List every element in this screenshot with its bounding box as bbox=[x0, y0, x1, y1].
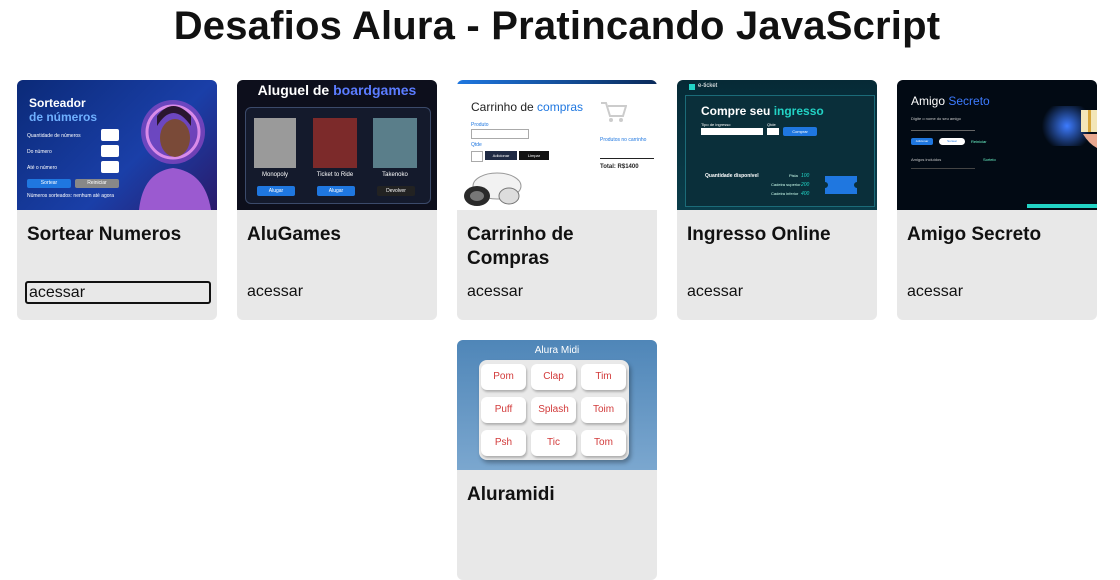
thumb-button: Reiniciar bbox=[971, 139, 987, 144]
card-title: Sortear Numeros bbox=[27, 224, 182, 245]
thumb-heading-accent: de números bbox=[29, 110, 98, 124]
thumb-field-label: Tipo de ingresso bbox=[701, 122, 731, 127]
midi-key: Puff bbox=[481, 397, 526, 423]
midi-key: Pom bbox=[481, 364, 526, 390]
brand-logo-icon bbox=[689, 84, 695, 90]
card-thumbnail: Sorteador de números Quantidade de númer… bbox=[17, 80, 217, 210]
thumb-field-label: Até o número bbox=[27, 165, 58, 171]
card-ingresso-online: e-ticket Compre seu ingresso Tipo de ing… bbox=[677, 80, 877, 320]
thumb-brand: e-ticket bbox=[698, 83, 718, 89]
thumb-heading: Alura Midi bbox=[534, 345, 580, 356]
card-title: Aluramidi bbox=[467, 484, 555, 505]
access-link[interactable]: acessar bbox=[25, 281, 211, 304]
page-title: Desafios Alura - Pratincando JavaScript bbox=[173, 4, 941, 48]
midi-key: Clap bbox=[531, 364, 576, 390]
card-carrinho-de-compras: Carrinho de compras Produto Qtde Adicion… bbox=[457, 80, 657, 320]
thumb-input bbox=[911, 123, 975, 131]
thumb-heading: Carrinho de compras bbox=[471, 100, 584, 114]
thumb-field-label: Quantidade de números bbox=[27, 133, 81, 139]
card-alugames: Aluguel de boardgames Monopoly Ticket to… bbox=[237, 80, 437, 320]
access-link[interactable]: acessar bbox=[245, 281, 427, 302]
cart-icon bbox=[601, 102, 627, 122]
midi-key: Tim bbox=[581, 364, 626, 390]
thumb-input bbox=[101, 161, 119, 173]
thumb-button: Sortear bbox=[939, 138, 965, 145]
card-title: Ingresso Online bbox=[687, 224, 831, 245]
thumb-row-label: Pista bbox=[789, 173, 798, 178]
thumb-footer-text: Números sorteados: nenhum até agora bbox=[27, 193, 114, 199]
midi-key: Tom bbox=[581, 430, 626, 456]
bottom-accent-bar bbox=[1027, 204, 1097, 208]
thumb-field-label: Qtde bbox=[471, 142, 482, 148]
thumb-field-label: Amigos incluídos bbox=[911, 157, 942, 162]
thumb-input bbox=[101, 129, 119, 141]
thumb-button: Sortear bbox=[27, 179, 71, 188]
game-name: Monopoly bbox=[261, 172, 288, 178]
game-cover bbox=[313, 118, 357, 168]
gift-illustration bbox=[1081, 110, 1097, 148]
thumb-input bbox=[101, 145, 119, 157]
thumb-button: Adicionar bbox=[485, 151, 517, 160]
thumb-select bbox=[471, 129, 529, 139]
thumb-heading: Sorteador bbox=[29, 96, 86, 110]
divider bbox=[600, 158, 654, 159]
thumb-button: Comprar bbox=[783, 127, 817, 136]
game-name: Takenoko bbox=[382, 172, 408, 178]
thumb-cart-label: Produtos no carrinho bbox=[600, 137, 647, 143]
thumb-field-label: Produto bbox=[471, 122, 489, 128]
thumb-button: Adicionar bbox=[911, 138, 933, 145]
midi-key: Splash bbox=[531, 397, 576, 423]
thumb-input bbox=[471, 151, 483, 162]
access-link[interactable]: acessar bbox=[465, 281, 647, 302]
card-thumbnail: Carrinho de compras Produto Qtde Adicion… bbox=[457, 80, 657, 210]
card-sortear-numeros: Sorteador de números Quantidade de númer… bbox=[17, 80, 217, 320]
thumb-top-bar bbox=[457, 80, 657, 84]
thumb-select bbox=[701, 128, 763, 135]
divider bbox=[911, 168, 975, 169]
thumb-row-value: 400 bbox=[801, 191, 810, 197]
thumb-row-value: 100 bbox=[801, 173, 810, 179]
thumb-button: Devolver bbox=[377, 186, 415, 196]
game-cover bbox=[254, 118, 296, 168]
card-thumbnail: e-ticket Compre seu ingresso Tipo de ing… bbox=[677, 80, 877, 210]
thumb-input bbox=[767, 128, 779, 135]
thumb-section-label: Quantidade disponível bbox=[705, 173, 759, 179]
card-amigo-secreto: Amigo Secreto Digite o nome do seu amigo… bbox=[897, 80, 1097, 320]
thumb-button: Alugar bbox=[317, 186, 355, 196]
midi-key: Psh bbox=[481, 430, 526, 456]
card-aluramidi: Alura Midi Pom Clap Tim Puff Splash Toim… bbox=[457, 340, 657, 580]
thumb-button: Alugar bbox=[257, 186, 295, 196]
card-thumbnail: Amigo Secreto Digite o nome do seu amigo… bbox=[897, 80, 1097, 210]
thumb-row-label: Cadeira inferior bbox=[771, 191, 799, 196]
card-title: Amigo Secreto bbox=[907, 224, 1042, 245]
vr-headset-illustration bbox=[464, 172, 522, 206]
card-title: Carrinho de Compras bbox=[467, 224, 574, 269]
thumb-heading: Amigo Secreto bbox=[911, 94, 990, 108]
card-thumbnail: Alura Midi Pom Clap Tim Puff Splash Toim… bbox=[457, 340, 657, 470]
card-thumbnail: Aluguel de boardgames Monopoly Ticket to… bbox=[237, 80, 437, 210]
midi-keypad: Pom Clap Tim Puff Splash Toim Psh Tic To… bbox=[479, 360, 629, 460]
thumb-total: Total: R$1400 bbox=[600, 164, 639, 170]
thumb-field-label: Sorteio bbox=[983, 157, 996, 162]
thumb-row-value: 200 bbox=[801, 182, 810, 188]
thumb-heading: Compre seu ingresso bbox=[701, 104, 824, 118]
midi-key: Toim bbox=[581, 397, 626, 423]
thumb-heading: Aluguel de boardgames bbox=[257, 82, 417, 98]
astronaut-illustration bbox=[139, 100, 211, 210]
thumb-field-label: Digite o nome do seu amigo bbox=[911, 116, 961, 121]
thumb-field-label: Qtde bbox=[767, 122, 776, 127]
card-title: AluGames bbox=[247, 224, 341, 245]
ticket-icon bbox=[825, 176, 857, 194]
thumb-button: Reiniciar bbox=[75, 179, 119, 188]
game-cover bbox=[373, 118, 417, 168]
thumb-button: Limpar bbox=[519, 151, 549, 160]
thumb-row-label: Cadeira superior bbox=[771, 182, 801, 187]
midi-key: Tic bbox=[531, 430, 576, 456]
access-link[interactable]: acessar bbox=[685, 281, 867, 302]
thumb-field-label: Do número bbox=[27, 149, 52, 155]
access-link[interactable]: acessar bbox=[905, 281, 1087, 302]
game-name: Ticket to Ride bbox=[316, 172, 354, 178]
